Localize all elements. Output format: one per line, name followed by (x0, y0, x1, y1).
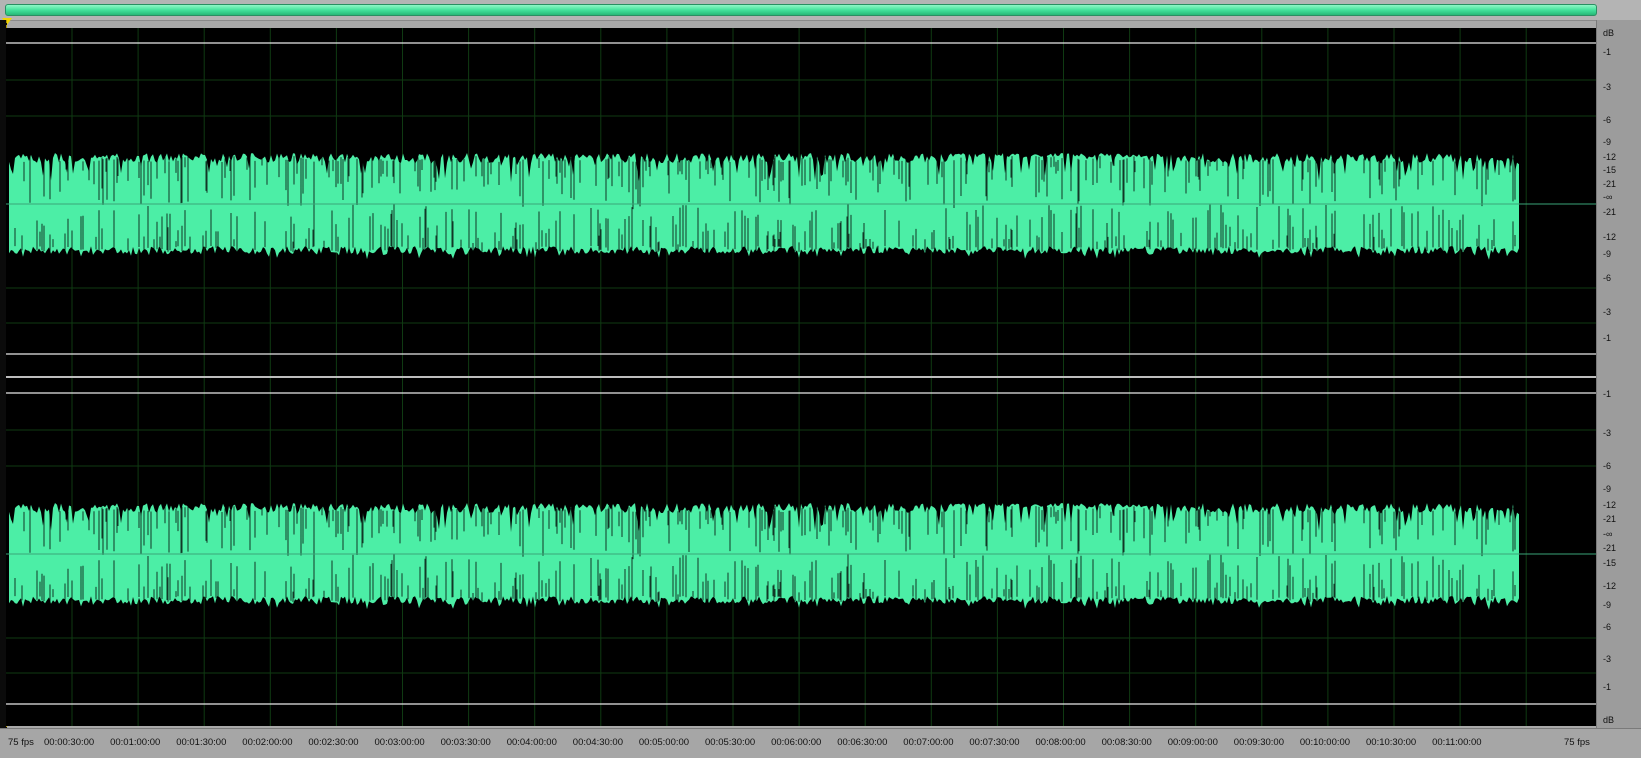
db-label: -12 (1603, 500, 1617, 510)
time-label: 00:04:00:00 (506, 737, 557, 748)
waveform-body (9, 503, 1519, 610)
time-label: 00:10:30:00 (1366, 737, 1417, 748)
time-label: 00:04:30:00 (572, 737, 623, 748)
waveform-channel-right[interactable] (6, 378, 1596, 726)
time-label: 00:05:30:00 (705, 737, 756, 748)
db-label: -3 (1603, 306, 1612, 317)
time-label: 00:05:00:00 (638, 737, 690, 748)
time-label: 00:03:00:00 (374, 737, 425, 748)
db-label: -1 (1603, 46, 1612, 57)
db-label: -21 (1603, 543, 1617, 554)
db-label: -3 (1603, 81, 1612, 92)
time-label: 00:06:00:00 (771, 737, 822, 748)
time-label: 00:08:30:00 (1101, 737, 1152, 748)
time-label: 00:01:30:00 (176, 737, 227, 748)
time-label: 00:02:30:00 (308, 737, 359, 748)
db-label: -21 (1603, 206, 1617, 217)
waveform-channel-left[interactable] (6, 28, 1596, 376)
fps-label-right: 75 fps (1564, 737, 1590, 748)
db-label: -21 (1603, 514, 1617, 525)
db-label: -6 (1603, 272, 1612, 283)
time-label: 00:02:00:00 (242, 737, 293, 748)
time-label: 00:00:30:00 (44, 737, 95, 748)
time-label: 00:09:00:00 (1167, 737, 1218, 748)
db-label: -1 (1603, 681, 1612, 692)
waveform-left-svg (6, 28, 1596, 376)
db-label: -∞ (1603, 191, 1613, 202)
db-label: -15 (1603, 164, 1617, 175)
overview-bar-track[interactable] (0, 0, 1641, 21)
db-label: -6 (1603, 461, 1612, 472)
db-label: dB (1603, 28, 1615, 38)
db-label: -9 (1603, 249, 1612, 260)
db-label: -1 (1603, 332, 1612, 343)
overview-scroll-handle[interactable] (5, 4, 1597, 16)
db-label: -12 (1603, 581, 1617, 591)
fps-label-left: 75 fps (8, 737, 34, 748)
db-label: dB (1603, 715, 1615, 725)
db-label: -15 (1603, 557, 1617, 568)
db-label: -9 (1603, 483, 1612, 494)
db-label: -12 (1603, 232, 1617, 242)
db-label: -6 (1603, 115, 1612, 125)
db-label: -9 (1603, 136, 1612, 147)
time-label: 00:09:30:00 (1233, 737, 1284, 748)
db-label: -3 (1603, 428, 1612, 438)
db-label: -6 (1603, 622, 1612, 633)
waveform-body (9, 153, 1519, 260)
time-label: 00:01:00:00 (110, 737, 161, 748)
time-label: 00:03:30:00 (440, 737, 491, 748)
db-label: -9 (1603, 599, 1612, 610)
db-label: -∞ (1603, 528, 1613, 539)
time-label: 00:06:30:00 (837, 737, 888, 748)
waveform-right-svg (6, 378, 1596, 726)
time-ruler[interactable]: 75 fps 75 fps 00:00:30:00 00:01:00:00 00:0… (0, 728, 1641, 758)
db-label: -3 (1603, 653, 1612, 664)
time-label: 00:11:00:00 (1432, 737, 1482, 748)
time-label: 00:07:30:00 (969, 737, 1020, 748)
time-label: 00:08:00:00 (1035, 737, 1086, 748)
time-label: 00:10:00:00 (1299, 737, 1351, 748)
time-label: 00:07:00:00 (903, 737, 954, 748)
db-label: -12 (1603, 151, 1617, 162)
db-label: -21 (1603, 178, 1617, 189)
db-ruler: dB dB -1 -3 -6 -9 -12 -15 -21 -∞ -21 -12 -9 -6 -3 -1 -1 -… (1596, 20, 1641, 732)
db-label: -1 (1603, 389, 1612, 400)
